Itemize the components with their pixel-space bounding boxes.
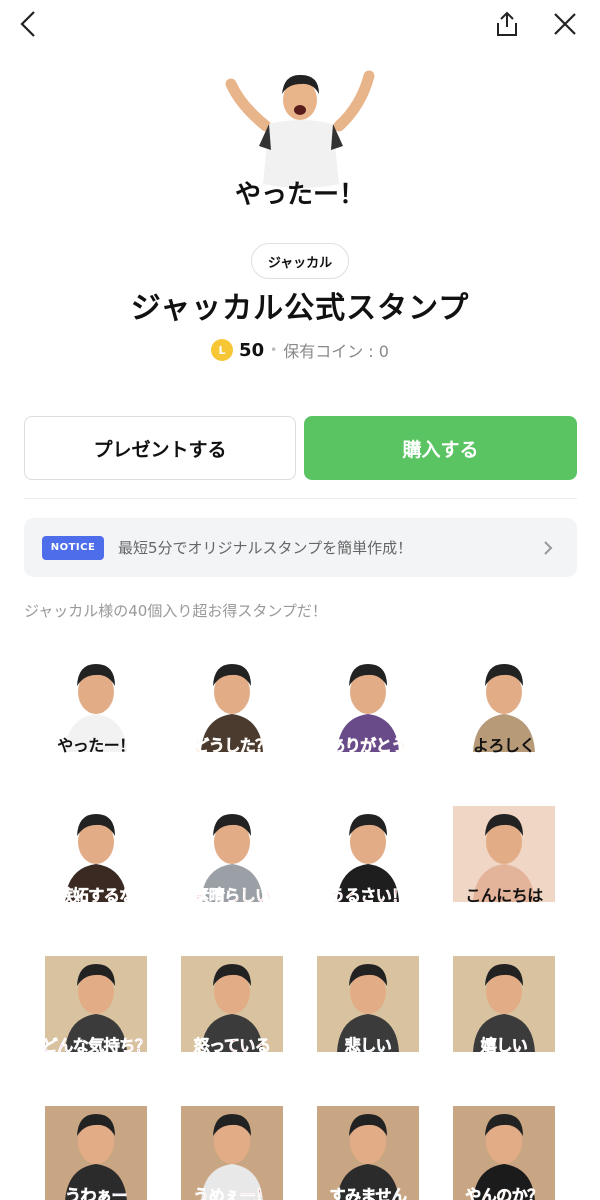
sticker-caption: やんのか？ (465, 1186, 544, 1200)
sticker-item[interactable]: 嫉妬するな (45, 798, 147, 910)
chevron-left-icon[interactable] (10, 6, 46, 42)
hero-sticker-caption: やったー！ (234, 180, 365, 210)
price-value: 50 (239, 339, 265, 361)
sticker-item[interactable]: どうした？ (181, 648, 283, 760)
sticker-caption: 嬉しい (480, 1036, 528, 1056)
share-icon[interactable] (489, 6, 525, 42)
owned-coins: 保有コイン : 0 (283, 342, 389, 361)
sticker-caption: 悲しい (344, 1036, 392, 1056)
sticker-item[interactable]: 怒っている (181, 948, 283, 1060)
sticker-item[interactable]: こんにちは (453, 798, 555, 910)
sticker-item[interactable]: やんのか？ (453, 1098, 555, 1200)
page-title: ジャッカル公式スタンプ (130, 291, 470, 326)
sticker-item[interactable]: うわぁー (45, 1098, 147, 1200)
sticker-caption: うわぁー (64, 1186, 128, 1200)
package-description: ジャッカル様の40個入り超お得スタンプだ！ (24, 602, 327, 620)
sticker-item[interactable]: 悲しい (317, 948, 419, 1060)
hero-sticker-image: やったー！ (221, 66, 379, 224)
sticker-item[interactable]: すみません (317, 1098, 419, 1200)
sticker-item[interactable]: うめぇー！ (181, 1098, 283, 1200)
sticker-caption: うめぇー！ (193, 1186, 272, 1200)
sticker-caption: すみません (329, 1186, 407, 1200)
sticker-item[interactable]: うるさい！ (317, 798, 419, 910)
sticker-caption: どんな気持ち？ (41, 1036, 151, 1056)
close-icon[interactable] (547, 6, 583, 42)
price-row: L 50 • 保有コイン : 0 (0, 338, 600, 362)
sticker-caption: 嫉妬するな (57, 886, 136, 906)
chevron-right-icon (543, 540, 557, 555)
gift-button[interactable]: プレゼントする (24, 416, 296, 480)
sticker-caption: ありがとう (329, 736, 408, 756)
sticker-caption: うるさい！ (329, 886, 408, 906)
sticker-caption: どうした？ (193, 736, 272, 756)
notice-badge: NOTICE (42, 535, 104, 560)
sticker-item[interactable]: やったー！ (45, 648, 147, 760)
notice-text: 最短5分でオリジナルスタンプを簡単作成！ (118, 539, 413, 557)
sticker-caption: こんにちは (465, 886, 543, 905)
top-bar (0, 0, 600, 50)
sticker-item[interactable]: よろしく (453, 648, 555, 760)
separator-dot: • (270, 343, 278, 357)
divider (24, 498, 577, 499)
sticker-item[interactable]: ありがとう (317, 648, 419, 760)
author-chip[interactable]: ジャッカル (251, 243, 349, 279)
line-coin-icon: L (211, 339, 234, 361)
sticker-item[interactable]: 素晴らしい (181, 798, 283, 910)
sticker-caption: 素晴らしい (193, 886, 272, 906)
sticker-item[interactable]: 嬉しい (453, 948, 555, 1060)
sticker-caption: やったー！ (57, 736, 135, 755)
sticker-item[interactable]: どんな気持ち？ (41, 948, 151, 1060)
sticker-caption: 怒っている (193, 1036, 271, 1056)
notice-banner[interactable]: NOTICE 最短5分でオリジナルスタンプを簡単作成！ (24, 518, 577, 577)
buy-button[interactable]: 購入する (304, 416, 577, 480)
sticker-caption: よろしく (472, 736, 536, 755)
